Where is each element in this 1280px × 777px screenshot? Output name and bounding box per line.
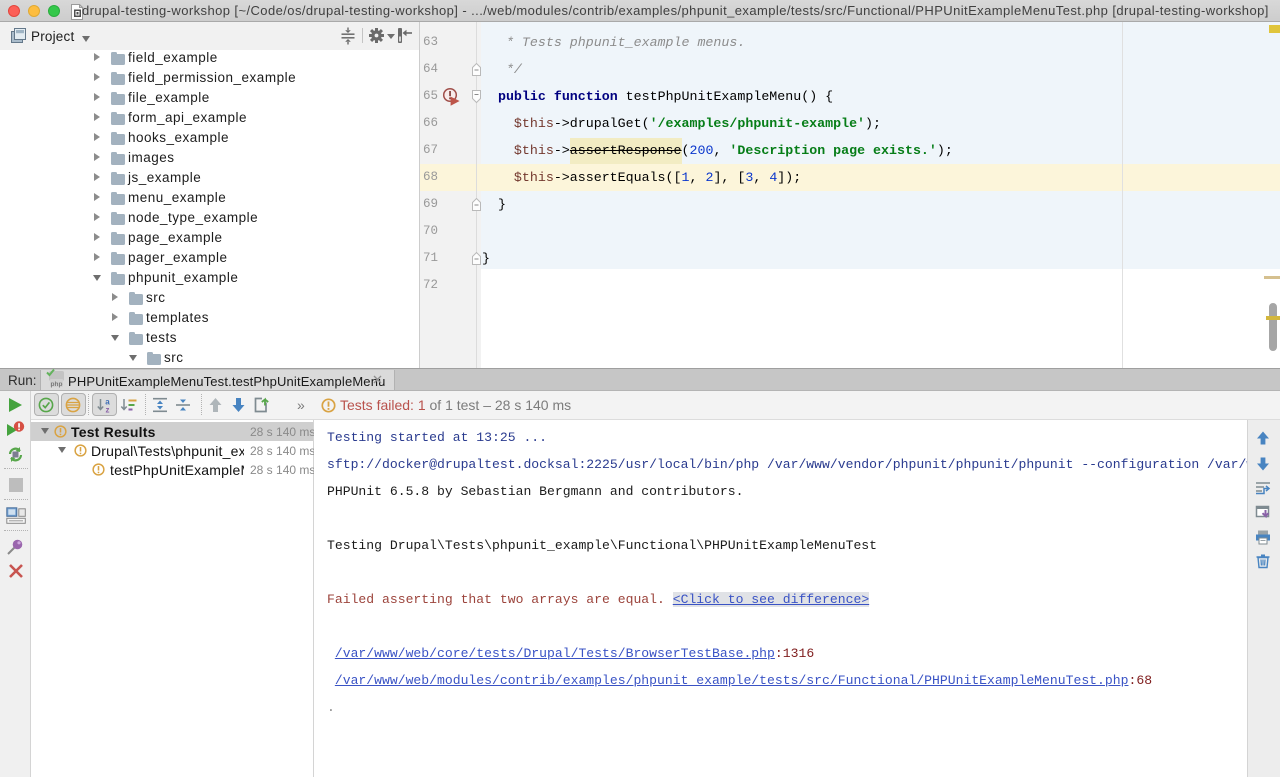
- svg-text:z: z: [106, 406, 110, 414]
- svg-text:php: php: [51, 381, 63, 388]
